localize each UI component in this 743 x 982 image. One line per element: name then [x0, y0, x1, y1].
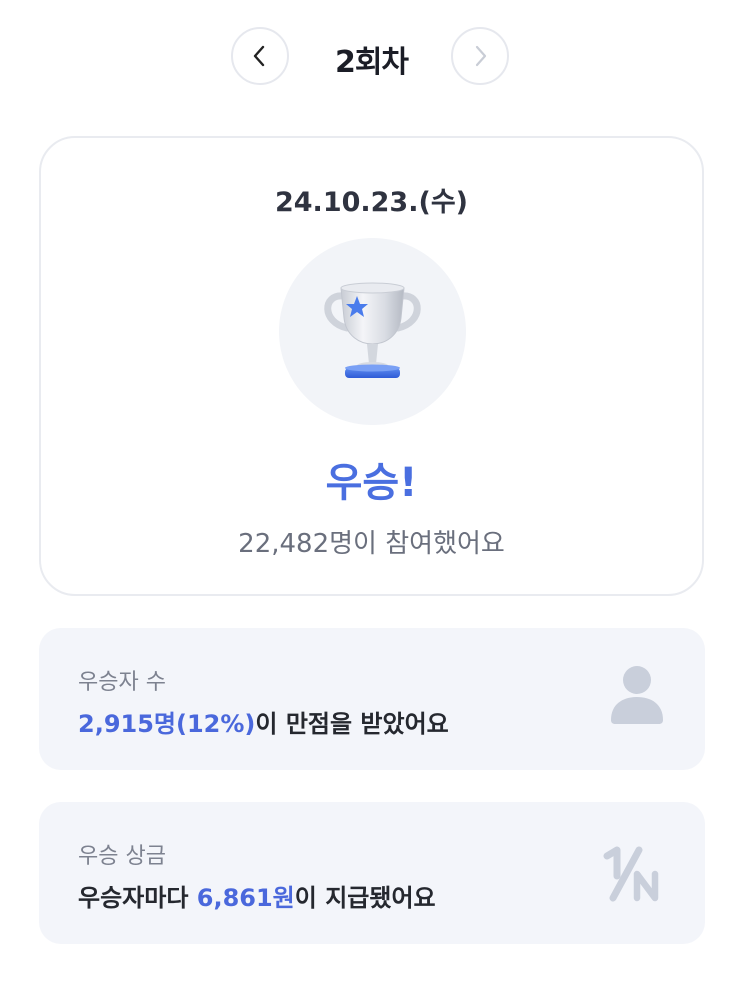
winners-count: 2,915명(12%) — [78, 710, 256, 738]
round-date: 24.10.23.(수) — [274, 187, 468, 218]
winners-summary: 2,915명(12%)이 만점을 받았어요 — [78, 704, 449, 739]
result-card: 24.10.23.(수) 우승! 22,482명이 참여했어요 — [39, 136, 704, 596]
prev-round-button[interactable] — [231, 27, 289, 85]
winners-card: 우승자 수 2,915명(12%)이 만점을 받았어요 — [39, 628, 705, 770]
prize-label: 우승 상금 — [78, 844, 166, 869]
prize-amount: 6,861원 — [196, 884, 295, 912]
trophy-icon — [324, 282, 421, 378]
winners-label: 우승자 수 — [78, 670, 166, 695]
prize-summary: 우승자마다 6,861원이 지급됐어요 — [78, 878, 436, 913]
page: 2회차 24.10.23.(수) 우승! 22,482명이 참여했어요 우승자 … — [0, 0, 743, 982]
winners-suffix: 이 만점을 받았어요 — [255, 710, 449, 738]
person-icon — [611, 666, 663, 724]
next-round-button[interactable] — [451, 27, 509, 85]
result-title: 우승! — [325, 460, 418, 506]
prize-card: 우승 상금 우승자마다 6,861원이 지급됐어요 — [39, 802, 705, 944]
chevron-left-icon — [253, 45, 265, 67]
prize-prefix: 우승자마다 — [78, 884, 197, 912]
participants-count: 22,482명이 참여했어요 — [238, 529, 505, 559]
round-navigation: 2회차 — [0, 27, 743, 89]
chevron-right-icon — [475, 45, 487, 67]
one-over-n-icon — [603, 846, 659, 902]
trophy-badge — [279, 238, 466, 425]
round-title: 2회차 — [334, 45, 409, 80]
prize-suffix: 이 지급됐어요 — [294, 884, 436, 912]
